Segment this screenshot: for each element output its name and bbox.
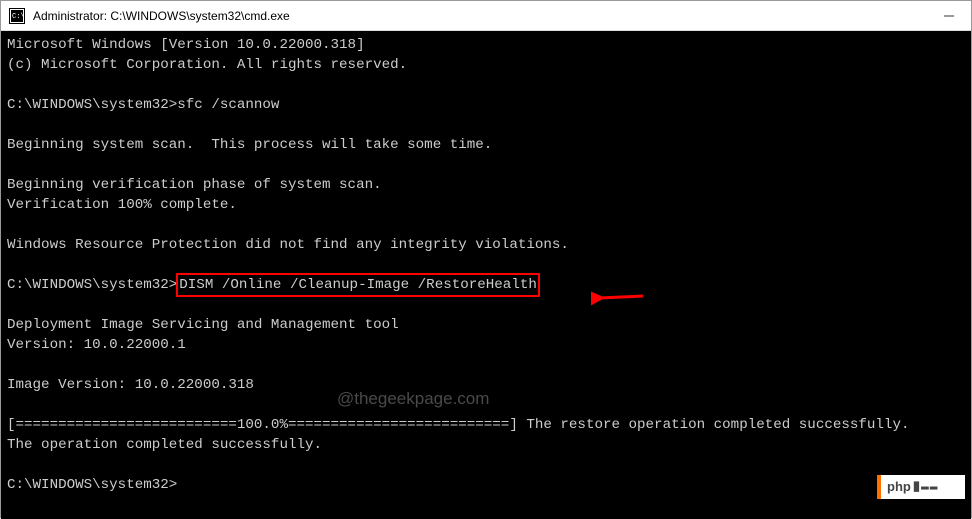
site-badge: php▮▬▬: [877, 475, 965, 499]
highlighted-command: DISM /Online /Cleanup-Image /RestoreHeal…: [176, 273, 540, 297]
prompt-prefix: C:\WINDOWS\system32>: [7, 277, 177, 293]
command-dism: DISM /Online /Cleanup-Image /RestoreHeal…: [179, 277, 537, 293]
minimize-button[interactable]: [935, 6, 963, 26]
titlebar[interactable]: C:\ Administrator: C:\WINDOWS\system32\c…: [1, 1, 971, 31]
terminal-line: Beginning system scan. This process will…: [7, 137, 492, 153]
terminal-line: Microsoft Windows [Version 10.0.22000.31…: [7, 37, 365, 53]
terminal-line: Version: 10.0.22000.1: [7, 337, 186, 353]
prompt-idle: C:\WINDOWS\system32>: [7, 477, 177, 493]
window-title: Administrator: C:\WINDOWS\system32\cmd.e…: [33, 9, 935, 23]
terminal-output[interactable]: Microsoft Windows [Version 10.0.22000.31…: [1, 31, 971, 519]
window-controls: [935, 6, 963, 26]
annotation-arrow-icon: [591, 288, 647, 308]
terminal-line: Beginning verification phase of system s…: [7, 177, 382, 193]
terminal-line: Verification 100% complete.: [7, 197, 237, 213]
command-sfc: sfc /scannow: [177, 97, 279, 113]
terminal-line: (c) Microsoft Corporation. All rights re…: [7, 57, 407, 73]
terminal-line: The operation completed successfully.: [7, 437, 322, 453]
terminal-line: Windows Resource Protection did not find…: [7, 237, 569, 253]
badge-decoration: ▮▬▬: [913, 477, 939, 497]
prompt-prefix: C:\WINDOWS\system32>: [7, 97, 177, 113]
svg-text:C:\: C:\: [12, 13, 25, 21]
progress-line: [==========================100.0%=======…: [7, 417, 909, 433]
terminal-line: Image Version: 10.0.22000.318: [7, 377, 254, 393]
cmd-icon: C:\: [9, 8, 25, 24]
watermark-text: @thegeekpage.com: [337, 389, 489, 409]
badge-text: php: [887, 477, 911, 497]
terminal-line: Deployment Image Servicing and Managemen…: [7, 317, 399, 333]
